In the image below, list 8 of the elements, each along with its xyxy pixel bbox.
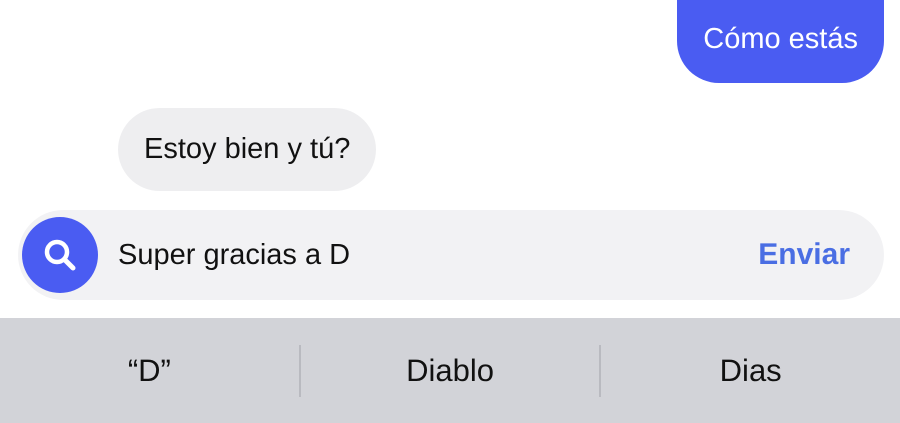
suggestion[interactable]: Dias: [601, 318, 900, 423]
received-message: Estoy bien y tú?: [118, 108, 376, 191]
search-icon[interactable]: [22, 217, 98, 293]
send-button[interactable]: Enviar: [758, 238, 850, 272]
message-field[interactable]: Super gracias a D Enviar: [18, 210, 884, 300]
suggestion[interactable]: Diablo: [300, 318, 600, 423]
sent-message: Cómo estás: [677, 0, 884, 83]
suggestion[interactable]: “D”: [0, 318, 299, 423]
